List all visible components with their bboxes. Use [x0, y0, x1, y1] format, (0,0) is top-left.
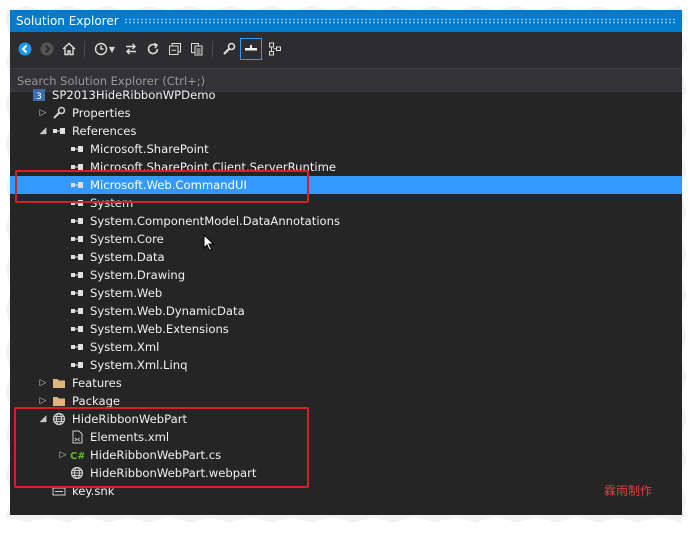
- home-icon: [62, 42, 76, 56]
- sync-arrows-icon: [126, 43, 136, 55]
- sync-with-document-button[interactable]: [120, 38, 142, 60]
- svg-text:3: 3: [36, 92, 42, 102]
- tree-item-label: System.Web: [90, 286, 163, 300]
- tree-item[interactable]: ▷ Properties: [10, 104, 682, 122]
- highlight-box-reference: [15, 170, 309, 203]
- forward-button[interactable]: [36, 38, 58, 60]
- mouse-cursor-icon: [203, 234, 215, 252]
- tree-item[interactable]: System.Xml: [10, 338, 682, 356]
- window-title: Solution Explorer: [16, 14, 119, 28]
- back-button[interactable]: [14, 38, 36, 60]
- clock-icon: [94, 42, 108, 56]
- reference-icon: [70, 304, 84, 318]
- tree-item[interactable]: ◢ References: [10, 122, 682, 140]
- copy-pages-icon: [191, 43, 203, 56]
- tree-item[interactable]: System.Web: [10, 284, 682, 302]
- tree-item-label: System.Xml.Linq: [90, 358, 188, 372]
- reference-icon: [70, 268, 84, 282]
- tree-item-label: System.Drawing: [90, 268, 186, 282]
- tree-item-label: System.Web.Extensions: [90, 322, 229, 336]
- preview-icon: [245, 45, 257, 51]
- highlight-box-webpart: [14, 407, 309, 488]
- reference-icon: [70, 142, 84, 156]
- tree-item-label: Features: [72, 376, 122, 390]
- reference-icon: [70, 322, 84, 336]
- tree-item[interactable]: System.Drawing: [10, 266, 682, 284]
- collapse-all-button[interactable]: [164, 38, 186, 60]
- properties-button[interactable]: [218, 38, 240, 60]
- forward-arrow-icon: [40, 42, 54, 56]
- collapse-all-icon: [169, 43, 181, 55]
- reference-icon: [70, 286, 84, 300]
- tree-item-label: System.ComponentModel.DataAnnotations: [90, 214, 341, 228]
- tree-item[interactable]: System.Web.DynamicData: [10, 302, 682, 320]
- tree-item-label: System.Data: [90, 250, 165, 264]
- refresh-icon: [147, 42, 159, 55]
- wrench-icon: [223, 42, 236, 55]
- show-all-files-button[interactable]: [186, 38, 208, 60]
- tree-item-label: Microsoft.SharePoint: [90, 142, 209, 156]
- tree-item[interactable]: System.Data: [10, 248, 682, 266]
- tree-item[interactable]: 3 SP2013HideRibbonWPDemo: [10, 86, 682, 104]
- wrench-icon: [52, 106, 66, 120]
- tree-item-label: References: [72, 124, 137, 138]
- home-button[interactable]: [58, 38, 80, 60]
- tree-item-label: Properties: [72, 106, 131, 120]
- tree-item-label: System.Web.DynamicData: [90, 304, 245, 318]
- reference-icon: [70, 214, 84, 228]
- csharp-project-icon: 3: [32, 88, 46, 102]
- preview-selected-button[interactable]: [240, 38, 262, 60]
- tree-item[interactable]: ▷ Features: [10, 374, 682, 392]
- tree-item[interactable]: System.ComponentModel.DataAnnotations: [10, 212, 682, 230]
- reference-icon: [70, 340, 84, 354]
- reference-icon: [70, 250, 84, 264]
- pending-changes-dropdown[interactable]: ▼: [107, 38, 117, 60]
- diagram-icon: [269, 42, 281, 56]
- toolbar-separator: [212, 41, 213, 57]
- class-diagram-button[interactable]: [264, 38, 286, 60]
- refresh-button[interactable]: [142, 38, 164, 60]
- folder-icon: [52, 376, 66, 390]
- tree-item-label: System.Xml: [90, 340, 160, 354]
- tree-item-label: System.Core: [90, 232, 164, 246]
- tree-item[interactable]: Microsoft.SharePoint: [10, 140, 682, 158]
- chevron-down-icon: ▼: [108, 44, 116, 54]
- reference-icon: [52, 124, 66, 138]
- tree-item[interactable]: System.Core: [10, 230, 682, 248]
- collapsed-arrow-icon[interactable]: ▷: [38, 104, 48, 122]
- tree-item[interactable]: System.Xml.Linq: [10, 356, 682, 374]
- title-grip[interactable]: [124, 18, 676, 24]
- collapsed-arrow-icon[interactable]: ▷: [38, 374, 48, 392]
- reference-icon: [70, 232, 84, 246]
- toolbar-separator: [84, 41, 85, 57]
- tree-item-label: SP2013HideRibbonWPDemo: [52, 88, 216, 102]
- folder-icon: [52, 394, 66, 408]
- back-arrow-icon: [18, 42, 32, 56]
- expanded-arrow-icon[interactable]: ◢: [38, 122, 48, 140]
- solution-explorer-window: Solution Explorer ▼ Search Solution Expl…: [10, 10, 682, 515]
- tree-item[interactable]: System.Web.Extensions: [10, 320, 682, 338]
- toolbar: ▼: [10, 32, 682, 68]
- reference-icon: [70, 358, 84, 372]
- title-bar[interactable]: Solution Explorer: [10, 10, 682, 32]
- watermark-text: 霖雨制作: [604, 484, 653, 498]
